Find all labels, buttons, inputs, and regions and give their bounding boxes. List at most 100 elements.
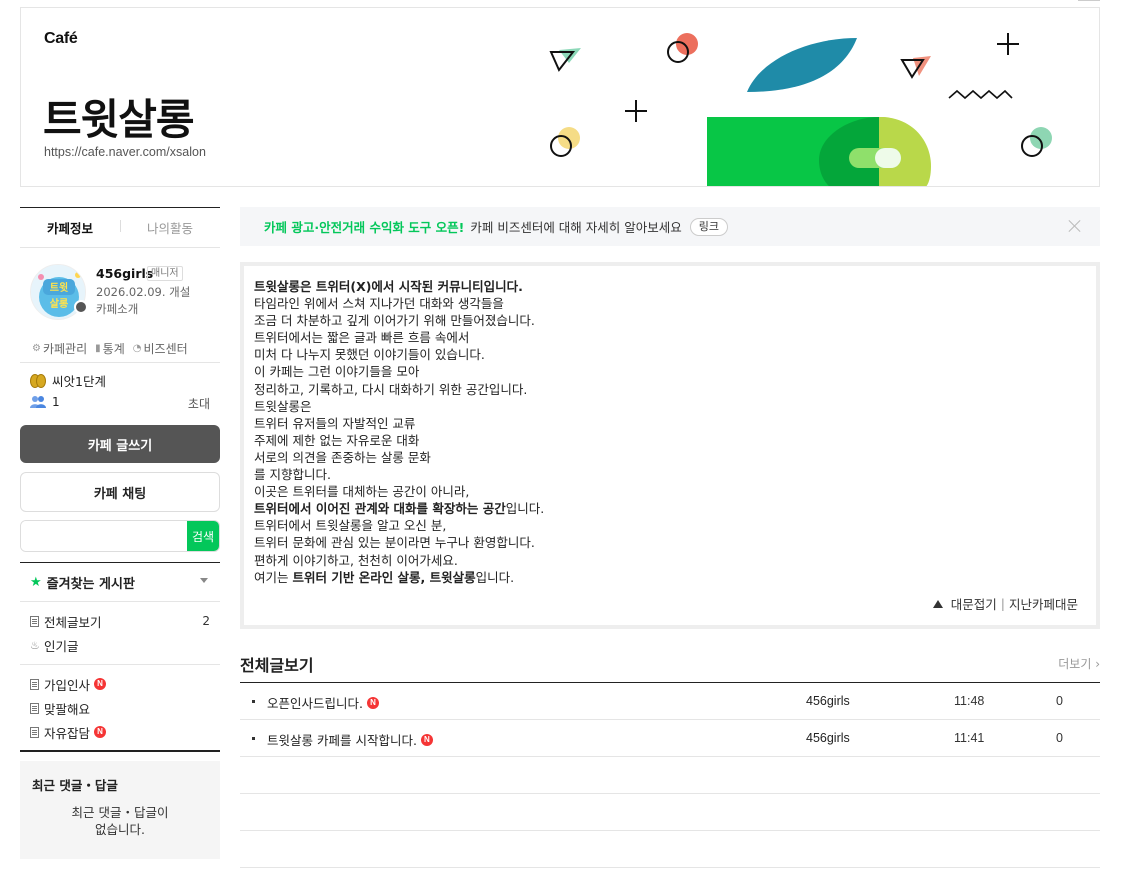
footer-separator: | xyxy=(1000,596,1005,611)
doc-icon xyxy=(30,615,39,627)
notice-highlight[interactable]: 카페 광고·안전거래 수익화 도구 오픈! xyxy=(264,217,464,236)
board-group-2: 가입인사 N 맞팔해요 자유잡담 N xyxy=(20,672,220,744)
search-input[interactable] xyxy=(21,521,187,551)
board-label: 인기글 xyxy=(44,638,79,654)
board-all-posts[interactable]: 전체글보기 2 xyxy=(20,609,220,633)
intro-line: 정리하고, 기록하고, 다시 대화하기 위한 공간입니다. xyxy=(254,381,528,397)
new-badge: N xyxy=(94,726,107,738)
past-cover-link[interactable]: 지난카페대문 xyxy=(1009,594,1078,613)
collapse-cover-button[interactable]: 대문접기 xyxy=(951,594,997,613)
recent-comments-box: 최근 댓글・답글 최근 댓글・답글이 없습니다. xyxy=(20,761,220,859)
manager-name[interactable]: 456girls xyxy=(96,266,153,281)
doc-icon xyxy=(30,726,39,738)
stats-link[interactable]: ▮ 통계 xyxy=(95,335,125,362)
level-box: 씨앗1단계 1 초대 xyxy=(20,362,220,422)
board-popular[interactable]: ♨ 인기글 xyxy=(20,633,220,657)
intro-line: 여기는 트위터 기반 온라인 살롱, 트윗살롱입니다. xyxy=(254,569,515,585)
seed-level-icon xyxy=(30,373,48,389)
fire-icon: ♨ xyxy=(30,638,40,652)
close-icon[interactable] xyxy=(1068,219,1082,233)
cafe-chat-button[interactable]: 카페 채팅 xyxy=(20,472,220,512)
new-badge: N xyxy=(366,696,379,709)
intro-footer: 대문접기 | 지난카페대문 xyxy=(932,594,1078,613)
more-label: 더보기 xyxy=(1058,657,1092,671)
biz-center-label: 비즈센터 xyxy=(143,342,188,356)
chevron-down-icon[interactable] xyxy=(200,578,208,583)
recent-comments-empty: 최근 댓글・답글이 없습니다. xyxy=(32,804,208,838)
post-list-title[interactable]: 전체글보기 xyxy=(240,652,314,676)
doc-icon xyxy=(30,678,39,690)
founded-date: 2026.02.09. 개설 xyxy=(96,285,191,299)
post-time: 11:41 xyxy=(954,731,985,745)
manager-badge: 매니저 xyxy=(147,266,183,281)
tab-my-activity[interactable]: 나의활동 xyxy=(120,218,220,237)
cafe-cover-intro: 트윗살롱은 트위터(X)에서 시작된 커뮤니티입니다. 타임라인 위에서 스쳐 … xyxy=(240,262,1100,629)
table-row-empty xyxy=(240,831,1100,868)
bullet-icon xyxy=(252,700,255,703)
bullet-icon xyxy=(252,737,255,740)
members-row[interactable]: 1 xyxy=(30,395,60,409)
table-row: 오픈인사드립니다. N 456girls 11:48 0 xyxy=(240,683,1100,720)
cafe-manage-link[interactable]: ⚙ 카페관리 xyxy=(32,335,87,362)
post-subject[interactable]: 오픈인사드립니다. N xyxy=(267,693,379,712)
gear-icon: ⚙ xyxy=(32,343,41,354)
notice-text[interactable]: 카페 비즈센터에 대해 자세히 알아보세요 xyxy=(470,217,681,236)
level-label[interactable]: 씨앗1단계 xyxy=(52,371,106,390)
avatar-settings-icon[interactable] xyxy=(74,300,88,314)
search-button[interactable]: 검색 xyxy=(187,521,219,551)
sidebar: 카페정보 나의활동 트윗 살롱 456girls 매니저 2026.02.09.… xyxy=(20,207,220,859)
intro-line: 트윗살롱은 트위터(X)에서 시작된 커뮤니티입니다. xyxy=(254,279,523,294)
board-list-end xyxy=(20,750,220,752)
post-subject[interactable]: 트윗살롱 카페를 시작합니다. N xyxy=(267,730,433,749)
new-badge: N xyxy=(94,678,107,690)
favorite-boards-header[interactable]: ★ 즐겨찾는 게시판 xyxy=(20,562,220,602)
star-icon: ★ xyxy=(30,574,42,590)
post-time: 11:48 xyxy=(954,694,985,708)
write-post-button[interactable]: 카페 글쓰기 xyxy=(20,425,220,463)
intro-line: 트위터 문화에 관심 있는 분이라면 누구나 환영합니다. xyxy=(254,535,535,551)
tab-cafe-info[interactable]: 카페정보 xyxy=(20,218,120,237)
notice-link-button[interactable]: 링크 xyxy=(689,217,729,236)
manager-profile: 트윗 살롱 456girls 매니저 2026.02.09. 개설 카페소개 xyxy=(20,262,220,330)
table-row-empty xyxy=(240,757,1100,794)
recent-empty-line1: 최근 댓글・답글이 xyxy=(71,805,169,820)
post-author[interactable]: 456girls xyxy=(806,731,850,745)
more-link[interactable]: 더보기 › xyxy=(1058,655,1100,672)
biz-center-link[interactable]: ◔ 비즈센터 xyxy=(133,335,188,362)
intro-line: 편하게 이야기하고, 천천히 이어가세요. xyxy=(254,552,458,568)
post-views: 0 xyxy=(1056,694,1063,708)
board-follow-back[interactable]: 맞팔해요 xyxy=(20,696,220,720)
bar-chart-icon: ▮ xyxy=(95,343,101,354)
board-label: 전체글보기 xyxy=(44,614,102,630)
collapse-arrow-icon xyxy=(932,599,943,608)
intro-line: 이 카페는 그런 이야기들을 모아 xyxy=(254,364,420,380)
board-join-greetings[interactable]: 가입인사 N xyxy=(20,672,220,696)
board-free-talk[interactable]: 자유잡담 N xyxy=(20,720,220,744)
cafe-search: 검색 xyxy=(20,520,220,552)
intro-lines: 트윗살롱은 트위터(X)에서 시작된 커뮤니티입니다. 타임라인 위에서 스쳐 … xyxy=(254,278,1086,586)
member-count: 1 xyxy=(52,395,60,409)
header-decoration xyxy=(549,33,1052,186)
board-group-1: 전체글보기 2 ♨ 인기글 xyxy=(20,609,220,657)
board-group-divider xyxy=(20,664,220,665)
members-icon xyxy=(30,396,46,408)
recent-empty-line2: 없습니다. xyxy=(95,822,145,837)
intro-line: 트위터에서는 짧은 글과 빠른 흐름 속에서 xyxy=(254,330,470,346)
sidebar-tabs: 카페정보 나의활동 xyxy=(20,207,220,248)
biz-icon: ◔ xyxy=(132,343,142,354)
favorite-boards-title: 즐겨찾는 게시판 xyxy=(46,576,135,592)
intro-line: 를 지향합니다. xyxy=(254,467,331,483)
cafe-manage-label: 카페관리 xyxy=(42,342,88,356)
invite-link[interactable]: 초대 xyxy=(188,395,210,412)
board-label: 맞팔해요 xyxy=(44,701,91,717)
intro-line: 타임라인 위에서 스쳐 지나가던 대화와 생각들을 xyxy=(254,296,504,312)
chevron-right-icon: › xyxy=(1095,657,1100,671)
svg-text:트윗: 트윗 xyxy=(50,281,68,294)
intro-line: 주제에 제한 없는 자유로운 대화 xyxy=(254,432,420,448)
recent-comments-title: 최근 댓글・답글 xyxy=(32,778,118,793)
intro-line: 이곳은 트위터를 대체하는 공간이 아니라, xyxy=(254,484,470,500)
post-author[interactable]: 456girls xyxy=(806,694,850,708)
cafe-header: Café 트윗살롱 https://cafe.naver.com/xsalon xyxy=(20,7,1100,187)
cafe-intro-link[interactable]: 카페소개 xyxy=(96,301,138,317)
post-subject-text: 오픈인사드립니다. xyxy=(267,696,363,711)
